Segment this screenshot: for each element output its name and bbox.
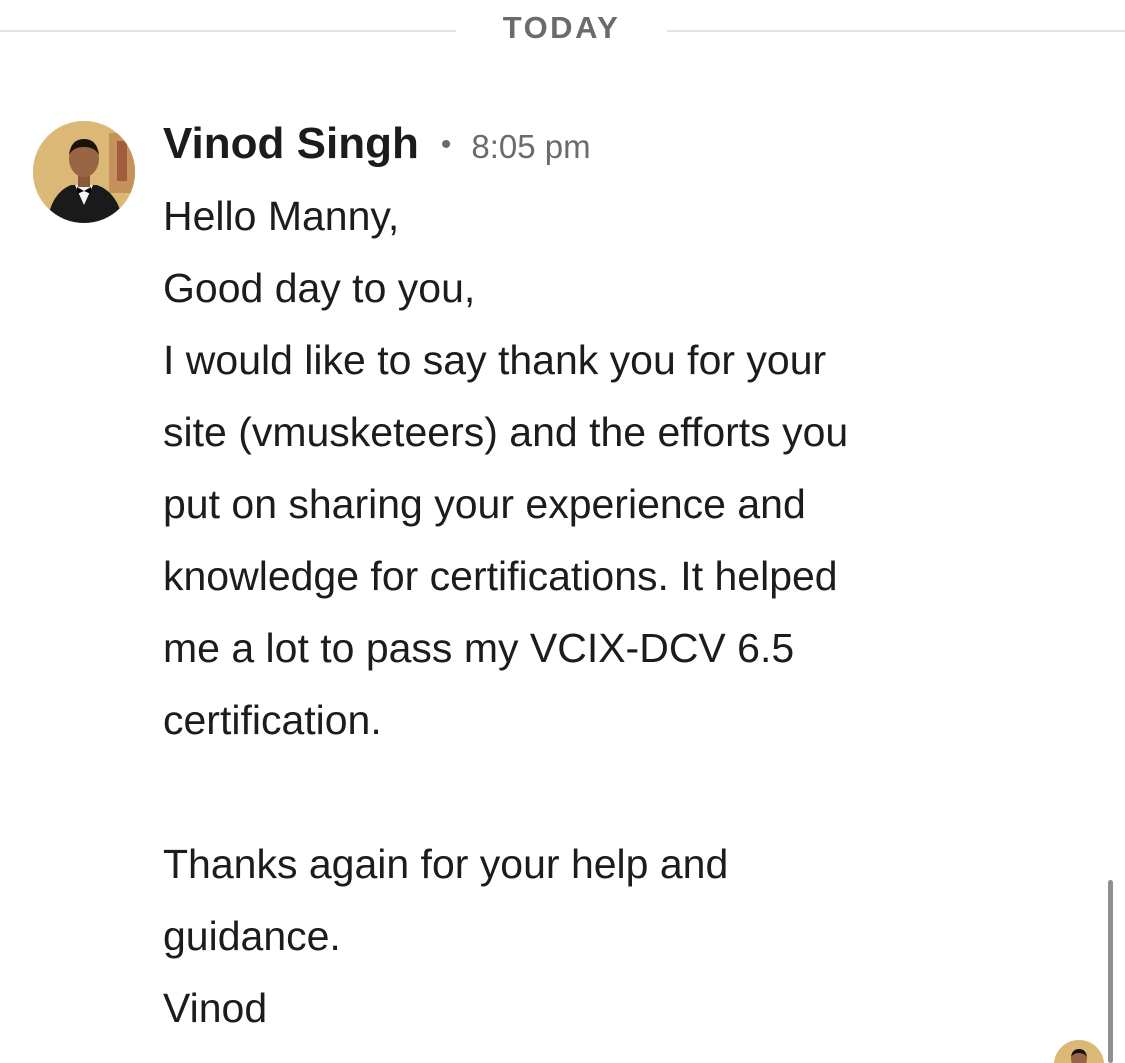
day-divider: TODAY <box>0 4 1125 48</box>
chat-screen: TODAY Vinod Singh • 8:05 pm Hello Manny,… <box>0 0 1125 1063</box>
message-timestamp: 8:05 pm <box>471 128 591 165</box>
message-line: I would like to say thank you for your <box>163 337 827 383</box>
message-line: Hello Manny, <box>163 193 400 239</box>
message-line: me a lot to pass my VCIX-DCV 6.5 <box>163 625 795 671</box>
message-body[interactable]: Hello Manny, Good day to you, I would li… <box>163 180 1063 1044</box>
sender-avatar[interactable] <box>33 121 135 223</box>
message-line: Vinod <box>163 985 268 1031</box>
sender-name[interactable]: Vinod Singh <box>163 118 419 170</box>
message-line: Thanks again for your help and <box>163 841 729 887</box>
user-photo-icon <box>33 121 135 223</box>
day-divider-label: TODAY <box>502 10 621 45</box>
vertical-scrollbar[interactable] <box>1108 880 1113 1063</box>
message-line: certification. <box>163 697 382 743</box>
divider-line-right <box>667 30 1125 32</box>
message-line: guidance. <box>163 913 341 959</box>
separator-dot: • <box>440 128 452 161</box>
message-line: Good day to you, <box>163 265 476 311</box>
message-line: knowledge for certifications. It helped <box>163 553 838 599</box>
message-header: Vinod Singh • 8:05 pm <box>163 118 591 170</box>
message-line-blank <box>163 756 1063 828</box>
divider-line-left <box>0 30 456 32</box>
message-line: site (vmusketeers) and the efforts you <box>163 409 849 455</box>
message-line: put on sharing your experience and <box>163 481 806 527</box>
